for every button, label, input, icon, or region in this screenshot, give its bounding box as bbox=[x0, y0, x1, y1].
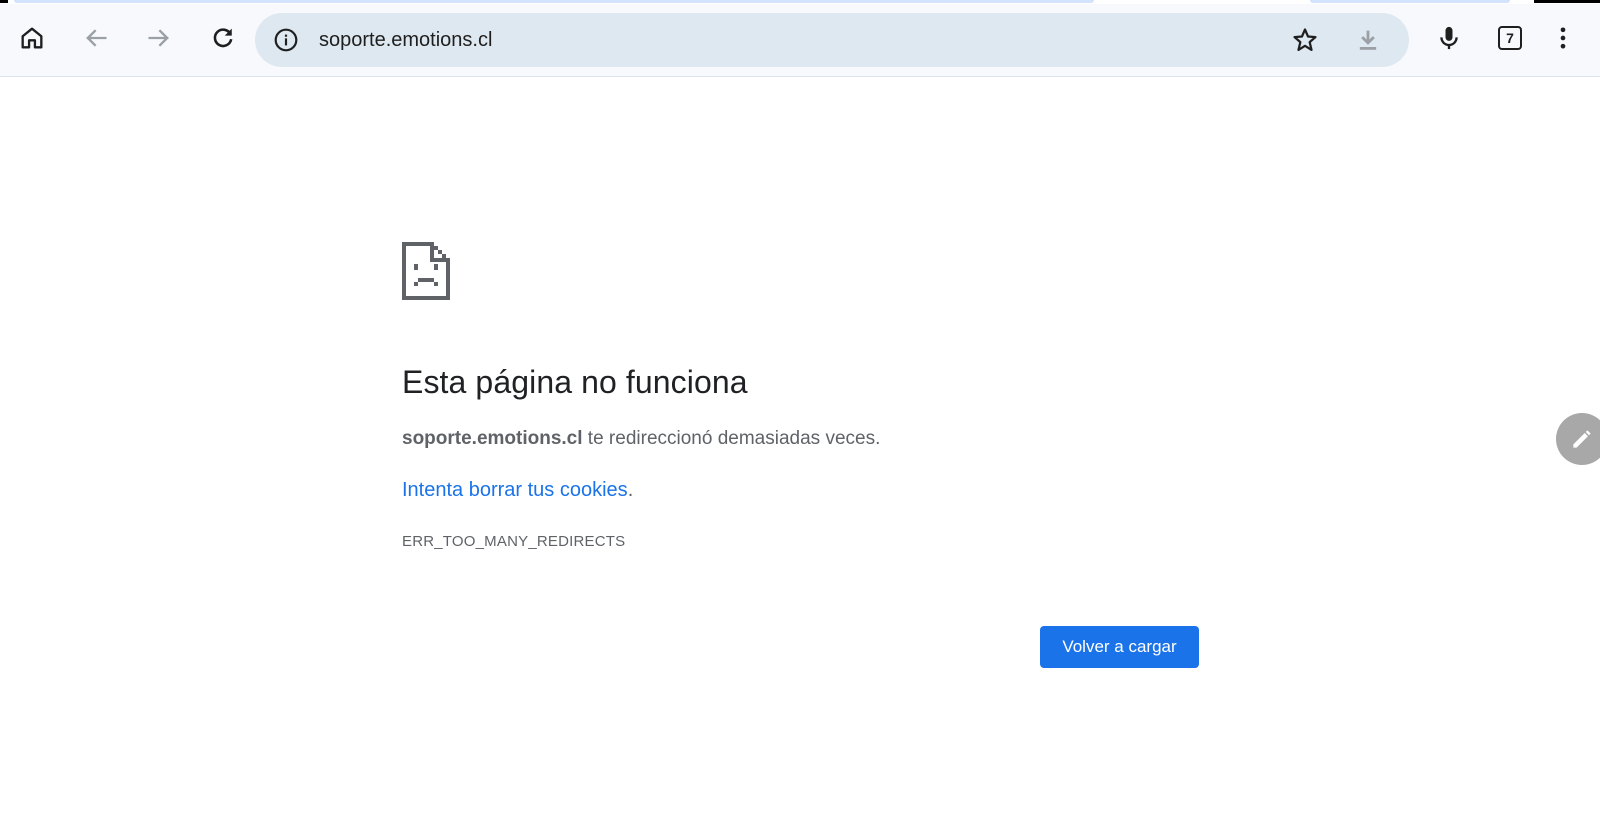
error-page: Esta página no funciona soporte.emotions… bbox=[0, 78, 1600, 816]
more-vert-icon bbox=[1560, 27, 1566, 49]
browser-toolbar: soporte.emotions.cl 7 bbox=[0, 4, 1600, 77]
forward-button[interactable] bbox=[137, 16, 181, 60]
pencil-icon bbox=[1573, 430, 1591, 448]
arrow-back-icon bbox=[86, 29, 107, 47]
voice-search-button[interactable] bbox=[1427, 16, 1471, 60]
home-icon bbox=[21, 27, 43, 49]
reload-button[interactable] bbox=[201, 16, 245, 60]
error-message: te redireccionó demasiadas veces. bbox=[582, 428, 881, 449]
error-description: soporte.emotions.cl te redireccionó dema… bbox=[402, 426, 880, 452]
arrow-forward-icon bbox=[148, 29, 169, 47]
tab-strip-active-tab[interactable] bbox=[14, 0, 1094, 3]
reload-page-button[interactable]: Volver a cargar bbox=[1040, 626, 1199, 668]
error-host: soporte.emotions.cl bbox=[402, 428, 583, 449]
tab-strip-edge-left bbox=[0, 0, 8, 3]
tab-strip-edge-right bbox=[1534, 0, 1600, 3]
back-button[interactable] bbox=[74, 16, 118, 60]
tab-strip-tab[interactable] bbox=[1310, 0, 1510, 3]
error-code: ERR_TOO_MANY_REDIRECTS bbox=[402, 533, 626, 550]
menu-button[interactable] bbox=[1541, 16, 1585, 60]
home-button[interactable] bbox=[10, 16, 54, 60]
edit-fab-button[interactable] bbox=[1556, 413, 1600, 465]
address-bar[interactable]: soporte.emotions.cl bbox=[255, 13, 1409, 67]
clear-cookies-link[interactable]: Intenta borrar tus cookies bbox=[402, 479, 628, 501]
error-title: Esta página no funciona bbox=[402, 364, 748, 400]
star-icon[interactable] bbox=[1291, 26, 1319, 54]
suggestion-suffix: . bbox=[627, 479, 634, 501]
info-icon[interactable] bbox=[273, 27, 299, 53]
sad-page-icon bbox=[402, 242, 450, 300]
tab-count: 7 bbox=[1498, 26, 1522, 50]
microphone-icon bbox=[1440, 26, 1458, 50]
download-icon[interactable] bbox=[1354, 26, 1382, 54]
error-suggestion: Intenta borrar tus cookies. bbox=[402, 477, 633, 503]
url-text[interactable]: soporte.emotions.cl bbox=[319, 28, 492, 52]
reload-icon bbox=[213, 28, 233, 48]
tab-switcher-button[interactable]: 7 bbox=[1488, 16, 1532, 60]
